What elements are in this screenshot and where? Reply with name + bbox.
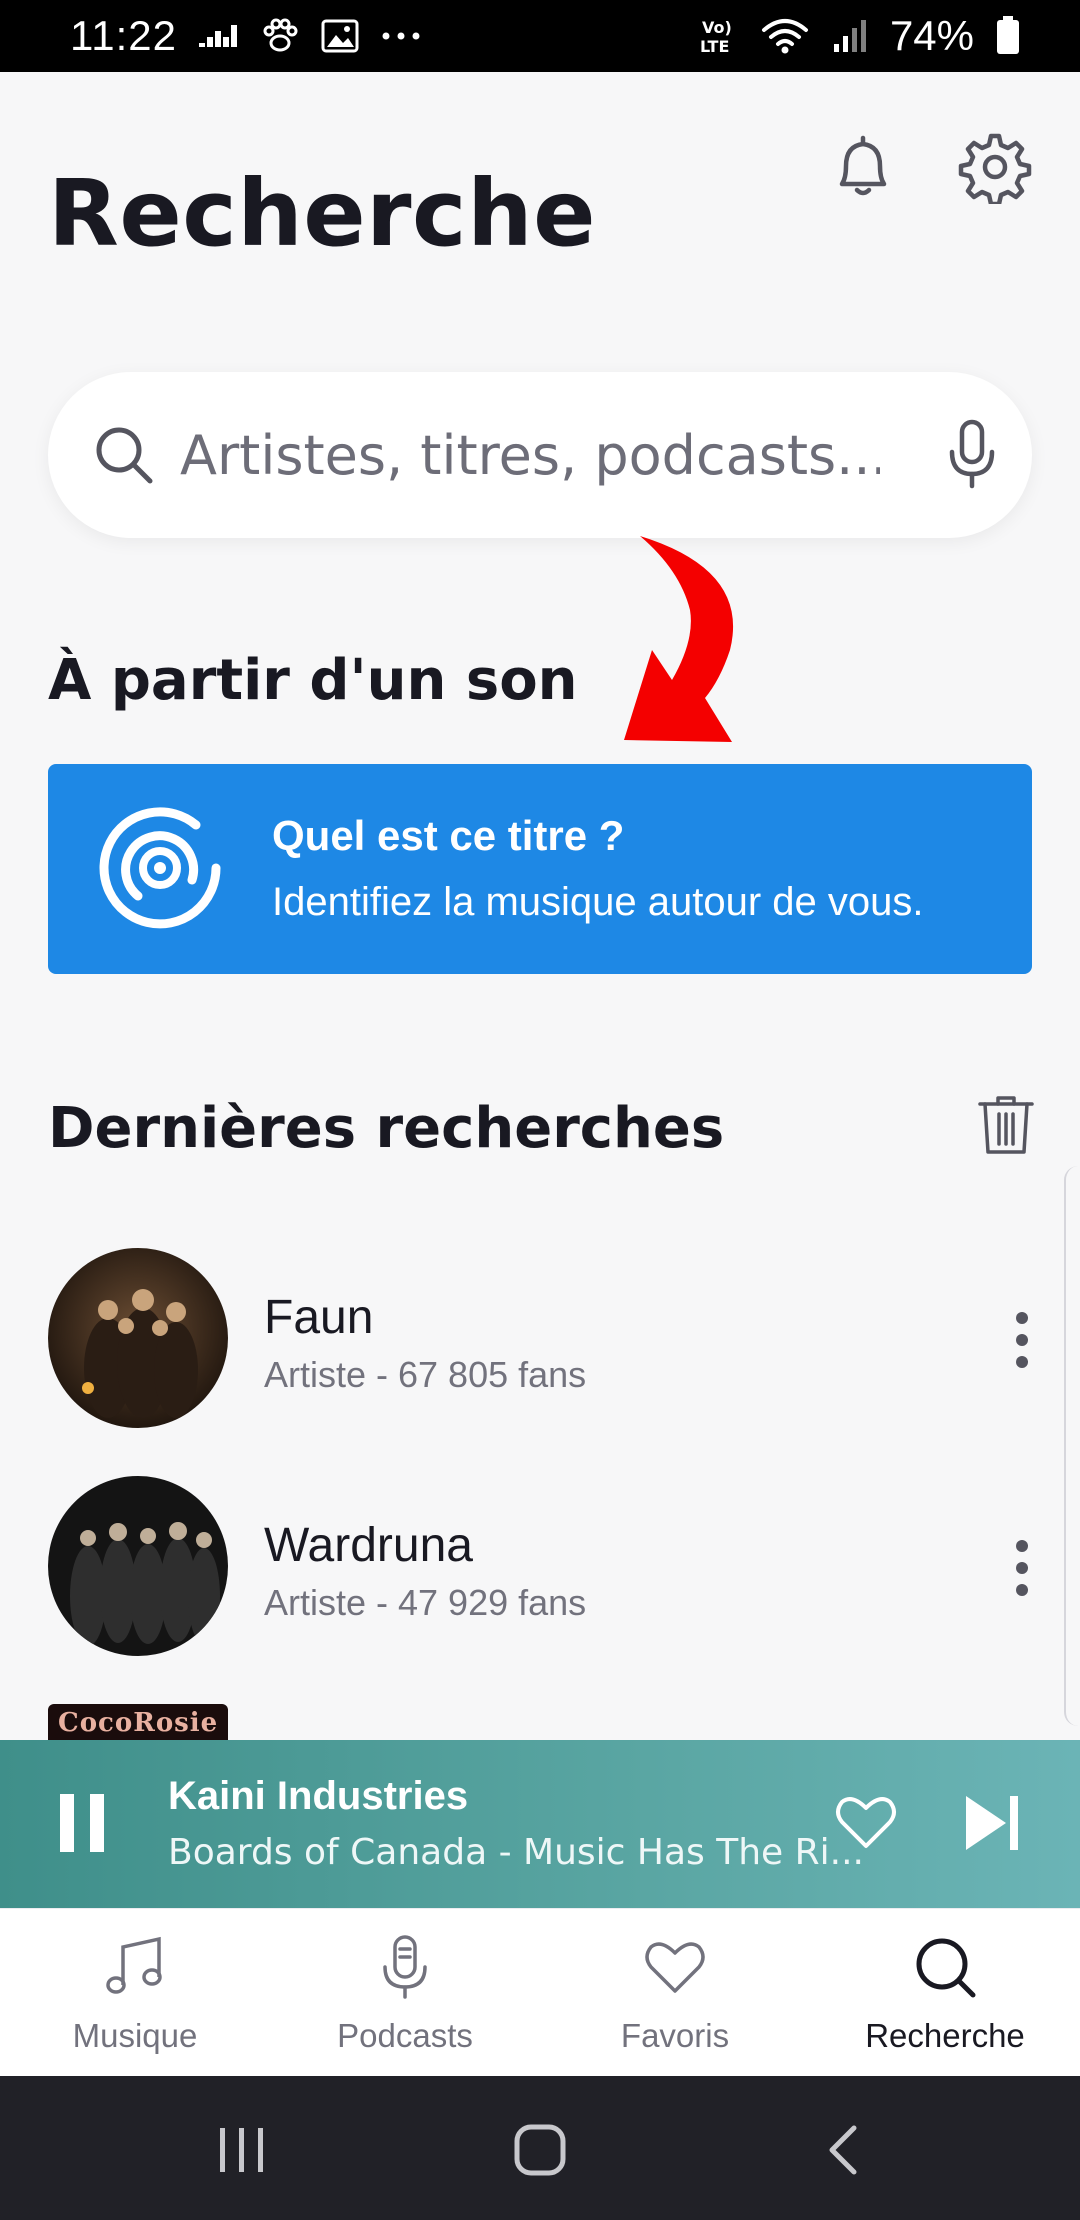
pause-icon[interactable] bbox=[58, 1790, 108, 1856]
nav-item-favoris[interactable]: Favoris bbox=[540, 1909, 810, 2077]
more-notifications-icon bbox=[382, 32, 420, 40]
gear-icon[interactable] bbox=[958, 130, 1032, 204]
status-bar: 11:22 Vo) LTE 74% bbox=[0, 0, 1080, 72]
recent-apps-icon[interactable] bbox=[212, 2122, 272, 2178]
page-title: Recherche bbox=[48, 160, 596, 267]
wifi-icon bbox=[761, 19, 808, 54]
svg-text:LTE: LTE bbox=[700, 37, 729, 56]
thumbnail-logo-text: CocoRosie bbox=[58, 1708, 219, 1738]
nav-label: Recherche bbox=[865, 2017, 1025, 2054]
sound-section-title: À partir d'un son bbox=[48, 648, 578, 713]
microphone-icon[interactable] bbox=[942, 418, 1002, 490]
player-track-subtitle: Boards of Canada - Music Has The Ri... bbox=[168, 1832, 864, 1873]
search-icon bbox=[96, 427, 153, 484]
app-screen: 11:22 Vo) LTE 74% Recherche Artistes, ti… bbox=[0, 0, 1080, 2220]
signal-icon bbox=[833, 20, 866, 52]
artist-name: Faun bbox=[264, 1291, 374, 1344]
player-track-title: Kaini Industries bbox=[168, 1774, 469, 1818]
status-time: 11:22 bbox=[70, 12, 177, 59]
image-icon bbox=[321, 19, 359, 53]
system-navigation-bar bbox=[0, 2076, 1080, 2220]
trash-icon[interactable] bbox=[976, 1092, 1036, 1156]
list-item[interactable]: Faun Artiste - 67 805 fans bbox=[0, 1248, 1060, 1448]
list-item[interactable]: Wardruna Artiste - 47 929 fans bbox=[0, 1476, 1060, 1676]
bottom-navigation: Musique Podcasts Favoris Recherche bbox=[0, 1908, 1080, 2076]
home-icon[interactable] bbox=[510, 2122, 570, 2178]
heart-icon bbox=[645, 1942, 705, 1993]
recent-searches-title: Dernières recherches bbox=[48, 1096, 725, 1161]
music-note-icon bbox=[106, 1936, 162, 1994]
artist-subtitle: Artiste - 67 805 fans bbox=[264, 1354, 587, 1395]
battery-icon bbox=[997, 16, 1019, 54]
skip-next-icon[interactable] bbox=[962, 1792, 1022, 1854]
volte-icon: Vo) LTE bbox=[700, 18, 732, 56]
nav-label: Musique bbox=[72, 2017, 198, 2054]
search-bar[interactable] bbox=[48, 372, 1032, 538]
nav-item-musique[interactable]: Musique bbox=[0, 1909, 270, 2077]
back-icon[interactable] bbox=[814, 2122, 874, 2178]
annotation-arrow bbox=[624, 536, 734, 742]
mini-player[interactable]: Kaini Industries Boards of Canada - Musi… bbox=[0, 1740, 1080, 1908]
heart-icon[interactable] bbox=[834, 1792, 898, 1852]
bell-icon[interactable] bbox=[826, 130, 900, 204]
search-input[interactable] bbox=[180, 412, 880, 498]
artist-avatar bbox=[48, 1248, 228, 1428]
search-icon bbox=[916, 1938, 976, 1998]
identify-heading: Quel est ce titre ? bbox=[272, 812, 625, 859]
partial-list-item-thumbnail[interactable]: CocoRosie bbox=[48, 1704, 228, 1740]
artist-name: Wardruna bbox=[264, 1519, 473, 1572]
nav-item-recherche[interactable]: Recherche bbox=[810, 1909, 1080, 2077]
identify-song-card[interactable]: Quel est ce titre ? Identifiez la musiqu… bbox=[48, 764, 1032, 974]
paw-icon bbox=[263, 18, 298, 52]
equalizer-icon bbox=[199, 25, 237, 47]
shazam-identify-icon bbox=[99, 807, 221, 929]
scroll-indicator[interactable] bbox=[1064, 1166, 1080, 1726]
artist-avatar bbox=[48, 1476, 228, 1656]
nav-label: Podcasts bbox=[337, 2017, 473, 2054]
nav-item-podcasts[interactable]: Podcasts bbox=[270, 1909, 540, 2077]
battery-percent: 74% bbox=[889, 12, 974, 59]
svg-text:Vo): Vo) bbox=[702, 18, 732, 37]
more-options-icon[interactable] bbox=[1010, 1310, 1034, 1370]
identify-subtitle: Identifiez la musique autour de vous. bbox=[272, 880, 924, 924]
nav-label: Favoris bbox=[620, 2017, 730, 2054]
more-options-icon[interactable] bbox=[1010, 1538, 1034, 1598]
artist-subtitle: Artiste - 47 929 fans bbox=[264, 1582, 587, 1623]
microphone-icon bbox=[383, 1935, 427, 1999]
